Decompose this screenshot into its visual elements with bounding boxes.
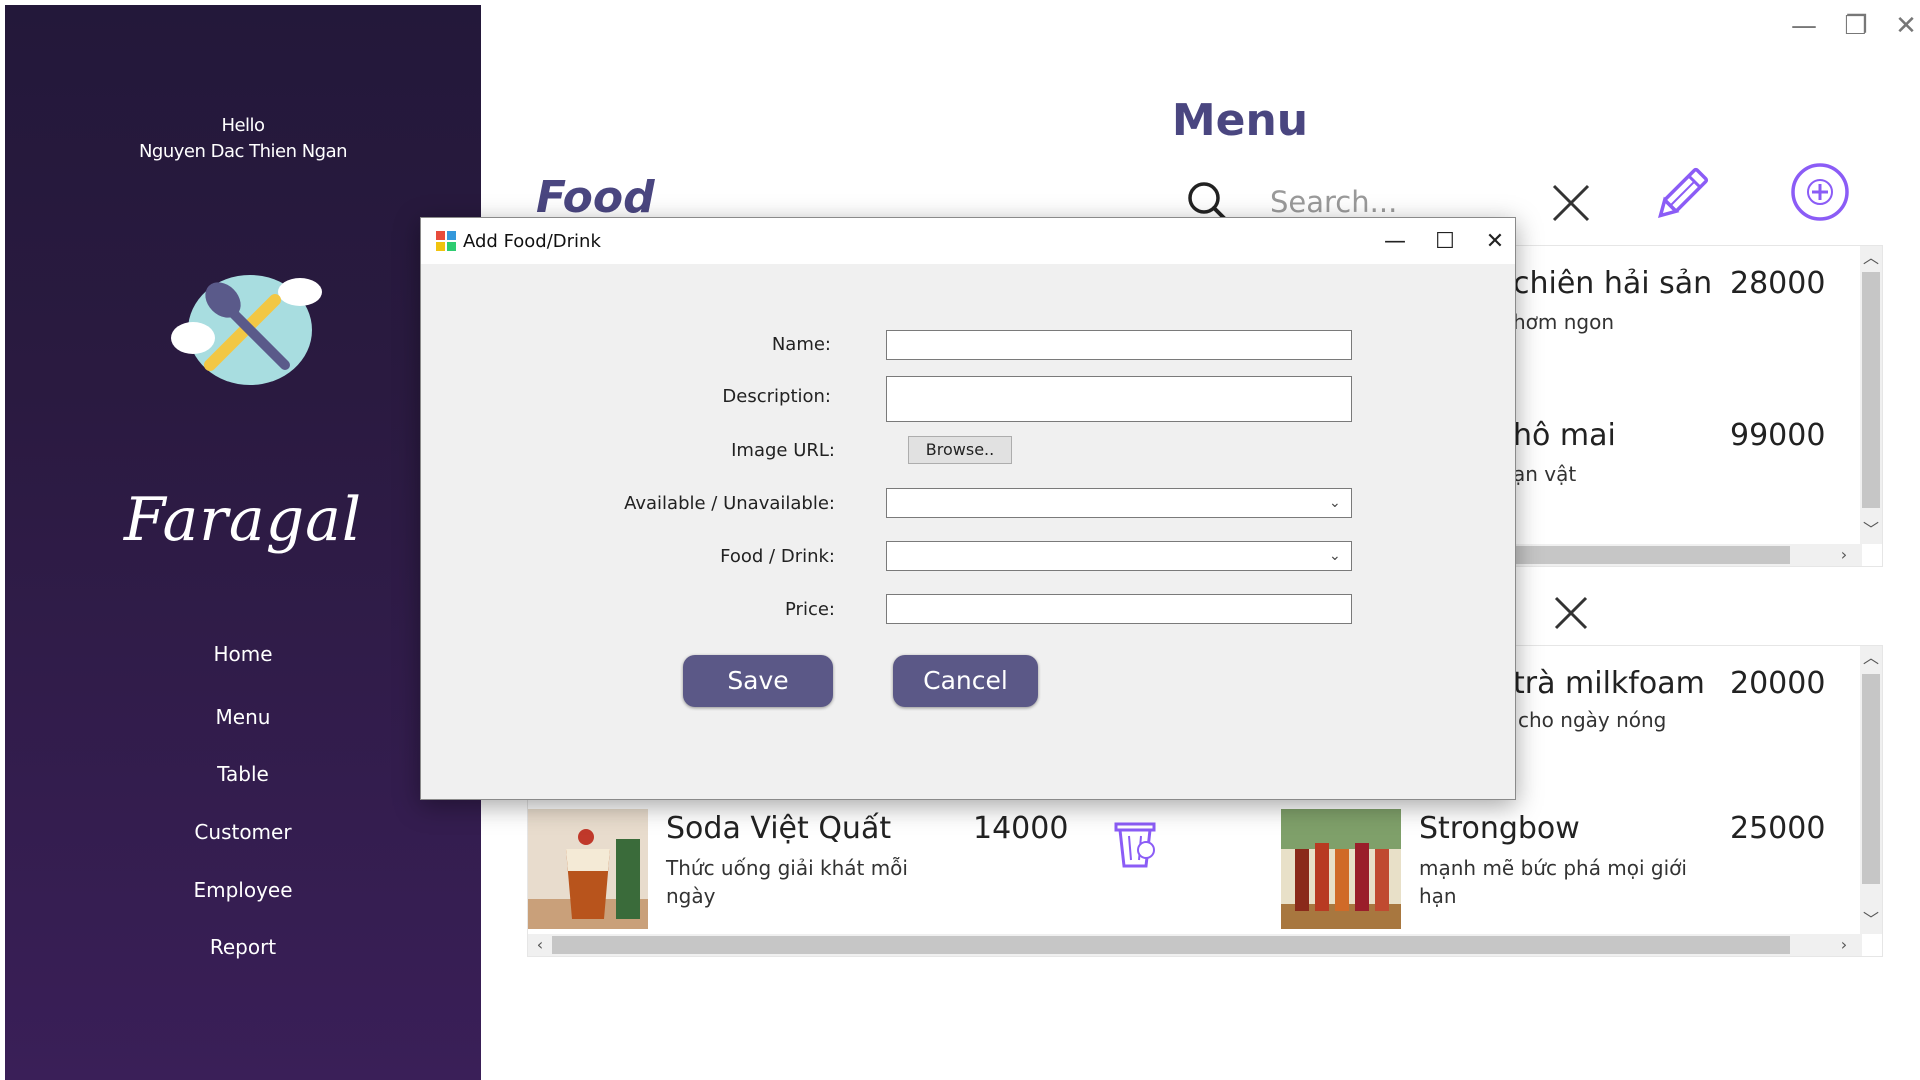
app-icon — [436, 231, 456, 251]
strongbow-product-image — [1281, 809, 1401, 929]
description-label: Description: — [722, 386, 831, 407]
drink-item-price: 14000 — [973, 811, 1069, 846]
food-item-desc: ạn vật — [1513, 462, 1577, 486]
browse-button[interactable]: Browse.. — [908, 436, 1012, 464]
save-button[interactable]: Save — [683, 655, 833, 707]
drink-item-desc: Thức uống giải khát mỗi ngày — [666, 856, 908, 908]
minimize-button[interactable]: — — [1786, 8, 1822, 44]
scrollbar-thumb[interactable] — [552, 936, 1790, 954]
drink-item-desc: cho ngày nóng — [1518, 708, 1667, 732]
close-button[interactable]: ✕ — [1888, 8, 1920, 44]
name-label: Name: — [771, 334, 831, 355]
nav-table[interactable]: Table — [5, 762, 481, 786]
nav-employee[interactable]: Employee — [5, 878, 481, 902]
nav-customer[interactable]: Customer — [5, 820, 481, 844]
drink-horizontal-scrollbar[interactable]: ‹ › — [528, 934, 1862, 956]
type-select[interactable]: ⌄ — [886, 541, 1352, 571]
drink-item-name: Strongbow — [1419, 811, 1580, 846]
drink-item-name: Soda Việt Quất — [666, 811, 892, 846]
food-item-price: 28000 — [1730, 266, 1826, 301]
availability-select[interactable]: ⌄ — [886, 488, 1352, 518]
scroll-up-icon[interactable]: ︿ — [1861, 648, 1881, 668]
drink-item-price: 25000 — [1730, 811, 1826, 846]
scrollbar-thumb[interactable] — [1862, 272, 1880, 508]
dialog-minimize-button[interactable]: — — [1375, 224, 1415, 258]
food-item-name: chiên hải sản — [1513, 266, 1713, 301]
name-field[interactable] — [886, 330, 1352, 360]
price-field[interactable] — [886, 594, 1352, 624]
add-item-icon[interactable] — [1790, 162, 1850, 222]
drink-item-price: 20000 — [1730, 666, 1826, 701]
scroll-up-icon[interactable]: ︿ — [1861, 248, 1881, 268]
add-food-drink-dialog: Add Food/Drink — ☐ ✕ Name: Description: … — [420, 217, 1516, 800]
food-vertical-scrollbar[interactable]: ︿ ﹀ — [1860, 246, 1882, 544]
dialog-maximize-button[interactable]: ☐ — [1425, 224, 1465, 258]
nav-menu[interactable]: Menu — [5, 705, 481, 729]
food-item-price: 99000 — [1730, 418, 1826, 453]
availability-label: Available / Unavailable: — [624, 493, 835, 514]
edit-pencil-icon[interactable] — [1648, 162, 1714, 228]
scroll-down-icon[interactable]: ﹀ — [1861, 520, 1881, 540]
dialog-titlebar[interactable]: Add Food/Drink — ☐ ✕ — [421, 218, 1515, 264]
nav-home[interactable]: Home — [5, 642, 481, 666]
nav-report[interactable]: Report — [5, 935, 481, 959]
price-label: Price: — [785, 599, 835, 620]
scroll-left-icon[interactable]: ‹ — [530, 935, 550, 955]
image-url-label: Image URL: — [731, 440, 835, 461]
sidebar: Hello Nguyen Dac Thien Ngan Faragal Home… — [5, 5, 481, 1080]
greeting-text: Hello — [221, 115, 265, 136]
scrollbar-thumb[interactable] — [1862, 674, 1880, 884]
delete-trash-icon[interactable] — [1108, 816, 1162, 870]
chevron-down-icon[interactable]: ⌄ — [1329, 546, 1345, 566]
scroll-right-icon[interactable]: › — [1834, 545, 1854, 565]
search-input[interactable]: Search... — [1270, 185, 1397, 219]
brand-name: Faragal — [123, 485, 363, 555]
cancel-button[interactable]: Cancel — [893, 655, 1038, 707]
clear-search-icon[interactable] — [1550, 182, 1592, 224]
chevron-down-icon[interactable]: ⌄ — [1329, 493, 1345, 513]
soda-product-image — [528, 809, 648, 929]
food-item-desc: hơm ngon — [1513, 310, 1615, 334]
scroll-right-icon[interactable]: › — [1834, 935, 1854, 955]
page-title: Menu — [1171, 95, 1309, 146]
drink-item-name: trà milkfoam — [1513, 666, 1705, 701]
drink-vertical-scrollbar[interactable]: ︿ ﹀ — [1860, 646, 1882, 934]
description-field[interactable] — [886, 376, 1352, 422]
food-item-name: hô mai — [1513, 418, 1616, 453]
clear-filter-icon[interactable] — [1550, 592, 1592, 634]
scroll-down-icon[interactable]: ﹀ — [1861, 910, 1881, 930]
dialog-title: Add Food/Drink — [463, 231, 601, 252]
type-label: Food / Drink: — [720, 546, 835, 567]
app-window: { "sidebar": { "greeting": "Hello", "use… — [0, 0, 1920, 1080]
restaurant-logo-icon — [171, 275, 322, 385]
dialog-close-button[interactable]: ✕ — [1475, 224, 1515, 258]
maximize-button[interactable]: ❐ — [1838, 8, 1874, 44]
drink-item-desc: mạnh mẽ bức phá mọi giới hạn — [1419, 856, 1687, 908]
section-title-food: Food — [536, 172, 655, 223]
username-text: Nguyen Dac Thien Ngan — [138, 141, 348, 162]
